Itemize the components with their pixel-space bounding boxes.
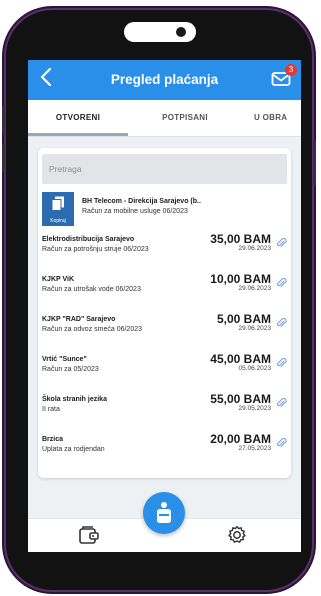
app-header: Pregled plaćanja 3 (28, 60, 301, 100)
camera-icon (176, 27, 186, 37)
payment-date: 29.06.2023 (238, 325, 271, 332)
payment-description: Račun za odvoz smeća 06/2023 (42, 326, 143, 333)
page-title: Pregled plaćanja (110, 72, 219, 87)
paperclip-icon[interactable] (276, 238, 287, 249)
tab-otvoreni[interactable]: OTVORENI (28, 100, 128, 136)
back-arrow-icon[interactable] (34, 66, 58, 94)
volume-up-button (2, 106, 5, 134)
wallet-icon[interactable] (78, 525, 100, 545)
payment-amount: 10,00 BAM (210, 272, 271, 286)
payment-date: 27.05.2023 (238, 445, 271, 452)
paperclip-icon[interactable] (276, 358, 287, 369)
payee-name: Škola stranih jezika (42, 396, 107, 403)
active-tab-indicator (28, 133, 128, 136)
tab-u-obradi[interactable]: U OBRA (254, 100, 301, 136)
settings-gear-icon[interactable] (226, 524, 248, 546)
payment-date: 05.06.2023 (238, 365, 271, 372)
paperclip-icon[interactable] (276, 398, 287, 409)
payments-card: Kopiraj BH Telecom - Direkcija Sarajevo … (38, 148, 291, 478)
payment-description: Račun za 05/2023 (42, 366, 99, 373)
payment-date: 29.06.2023 (238, 245, 271, 252)
search-input[interactable] (42, 154, 287, 184)
payment-row[interactable]: Elektrodistribucija Sarajevo Račun za po… (42, 232, 287, 270)
paperclip-icon[interactable] (276, 278, 287, 289)
payment-row[interactable]: Škola stranih jezika II rata 55,00 BAM 2… (42, 392, 287, 430)
payment-row[interactable]: KJKP ViK Račun za utrošak vode 06/2023 1… (42, 272, 287, 310)
volume-down-button (2, 144, 5, 172)
tab-bar: OTVORENI POTPISANI U OBRA (28, 100, 301, 137)
tab-potpisani[interactable]: POTPISANI (140, 100, 230, 136)
payment-description: Uplata za rodjendan (42, 446, 105, 453)
payment-description: II rata (42, 406, 60, 413)
notification-badge: 3 (285, 64, 297, 76)
payee-name: Vrtić "Sunce" (42, 356, 87, 363)
payment-amount: 55,00 BAM (210, 392, 271, 406)
copy-button[interactable]: Kopiraj (42, 192, 74, 226)
paperclip-icon[interactable] (276, 438, 287, 449)
copy-icon (51, 196, 64, 211)
paperclip-icon[interactable] (276, 318, 287, 329)
payment-amount: 35,00 BAM (210, 232, 271, 246)
payment-row[interactable]: Brzica Uplata za rodjendan 20,00 BAM 27.… (42, 432, 287, 470)
payee-name: KJKP ViK (42, 276, 75, 283)
payment-amount: 5,00 BAM (216, 312, 271, 326)
payment-amount: 20,00 BAM (210, 432, 271, 446)
notch (124, 22, 196, 42)
payment-description: Račun za potrošnju struje 06/2023 (42, 246, 149, 253)
payment-date: 29.06.2023 (238, 285, 271, 292)
payment-row[interactable]: KJKP "RAD" Sarajevo Račun za odvoz smeća… (42, 312, 287, 350)
payee-name: Brzica (42, 436, 64, 443)
copy-label: Kopiraj (50, 218, 66, 224)
payee-name: KJKP "RAD" Sarajevo (42, 316, 116, 323)
featured-payment-item[interactable]: Kopiraj BH Telecom - Direkcija Sarajevo … (42, 192, 287, 228)
bank-icon (157, 502, 171, 523)
payee-name: Elektrodistribucija Sarajevo (42, 236, 135, 243)
power-button (313, 140, 316, 186)
payee-name: BH Telecom - Direkcija Sarajevo (b.. (82, 198, 201, 205)
payment-date: 29.05.2023 (238, 405, 271, 412)
payment-description: Račun za utrošak vode 06/2023 (42, 286, 141, 293)
bank-home-button[interactable] (143, 492, 185, 534)
payment-amount: 45,00 BAM (210, 352, 271, 366)
payment-description: Račun za mobilne usluge 06/2023 (82, 208, 188, 215)
app-screen: Pregled plaćanja 3 OTVORENI POTPISANI U … (28, 60, 301, 552)
payment-row[interactable]: Vrtić "Sunce" Račun za 05/2023 45,00 BAM… (42, 352, 287, 390)
